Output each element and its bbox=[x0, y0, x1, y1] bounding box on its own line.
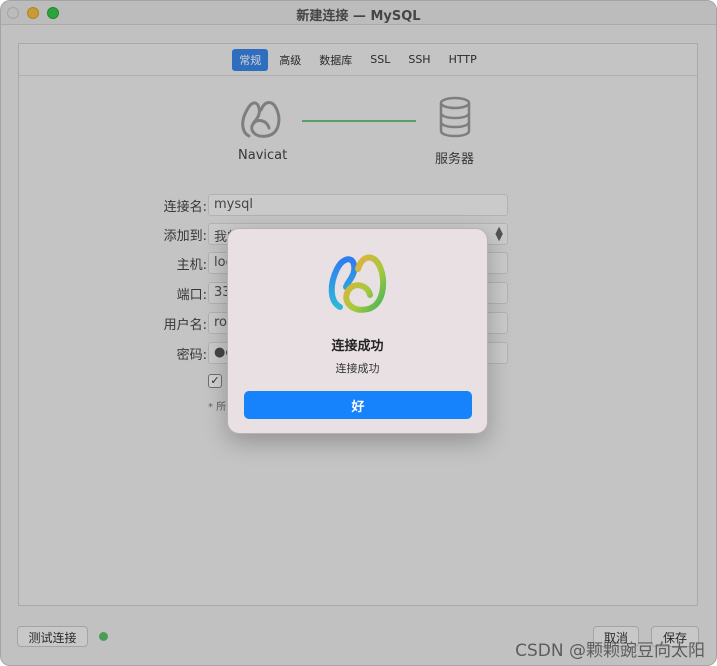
connection-success-alert: 连接成功 连接成功 好 bbox=[227, 228, 488, 434]
navicat-app-icon bbox=[328, 254, 387, 313]
csdn-watermark: CSDN @颗颗豌豆向太阳 bbox=[515, 641, 705, 661]
alert-title: 连接成功 bbox=[331, 339, 384, 354]
alert-message: 连接成功 bbox=[335, 362, 380, 375]
ok-button[interactable]: 好 bbox=[244, 391, 472, 419]
